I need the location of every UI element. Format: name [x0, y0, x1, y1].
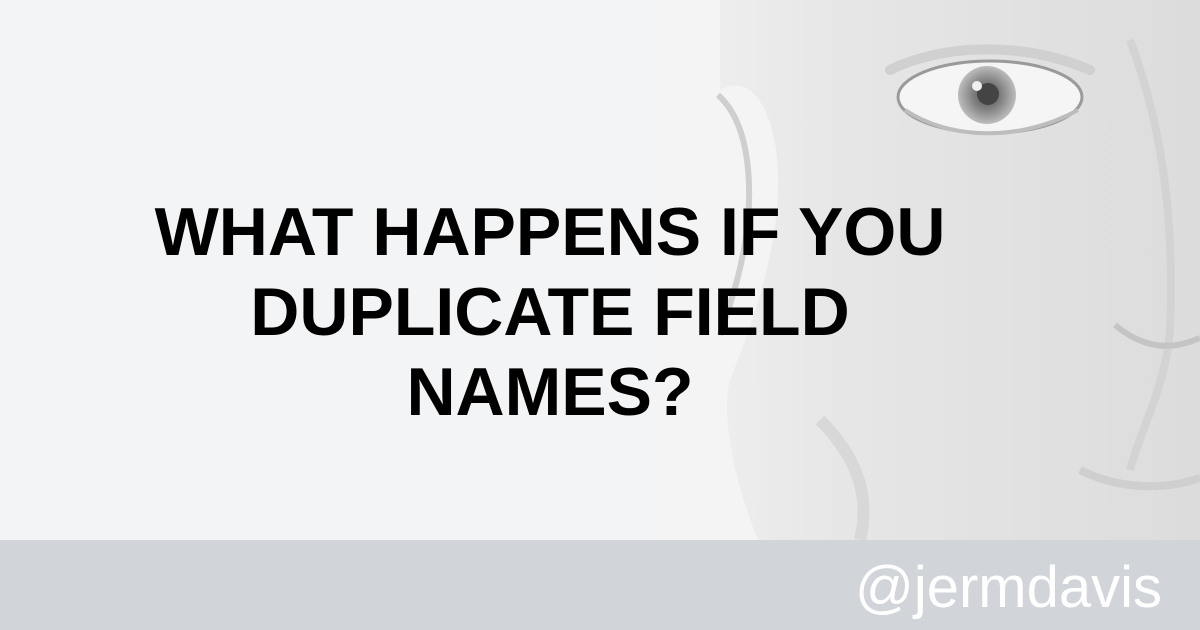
- social-card: WHAT HAPPENS IF YOU DUPLICATE FIELD NAME…: [0, 0, 1200, 630]
- title-line-2: DUPLICATE FIELD: [250, 274, 850, 350]
- title-line-3: NAMES?: [406, 354, 694, 430]
- title-line-1: WHAT HAPPENS IF YOU: [154, 194, 946, 270]
- author-handle: @jermdavis: [854, 555, 1162, 620]
- page-title: WHAT HAPPENS IF YOU DUPLICATE FIELD NAME…: [50, 192, 1050, 432]
